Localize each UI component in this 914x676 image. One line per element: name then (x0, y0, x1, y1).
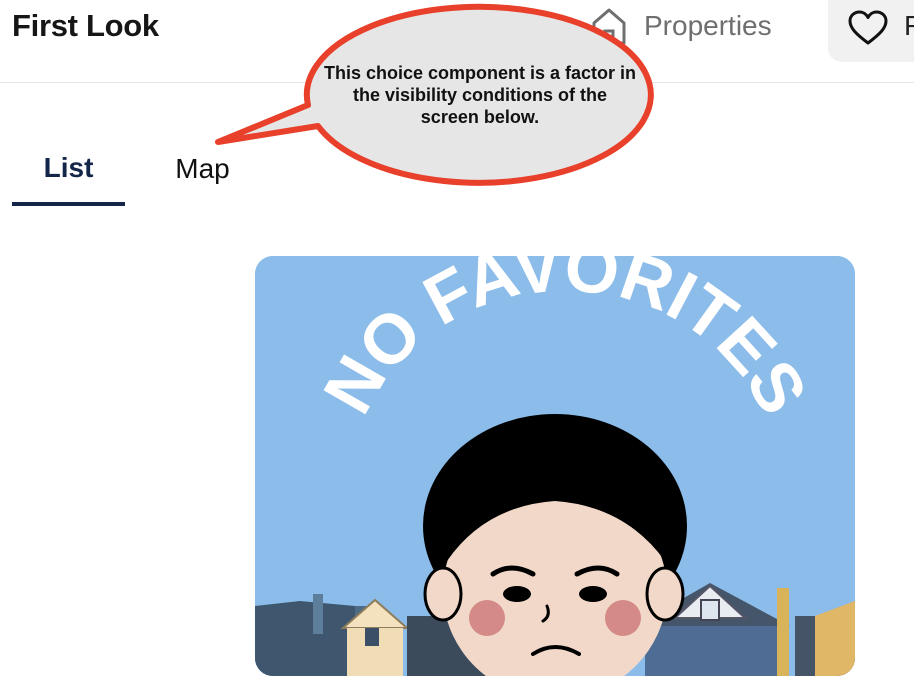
no-favorites-illustration: NO FAVORITES (255, 256, 855, 676)
tab-list[interactable]: List (12, 140, 125, 206)
app-title: First Look (12, 8, 159, 43)
nav-favorites-label: Favorites (904, 10, 914, 41)
nav-properties[interactable]: Properties (590, 6, 772, 46)
home-icon (590, 6, 628, 46)
tab-map[interactable]: Map (150, 140, 255, 206)
view-tabs: List Map (0, 140, 914, 210)
nav-properties-label: Properties (644, 10, 772, 41)
app-header: First Look Properties Favorites (0, 0, 914, 83)
heart-icon (848, 10, 888, 51)
nav-favorites[interactable]: Favorites (828, 0, 914, 62)
